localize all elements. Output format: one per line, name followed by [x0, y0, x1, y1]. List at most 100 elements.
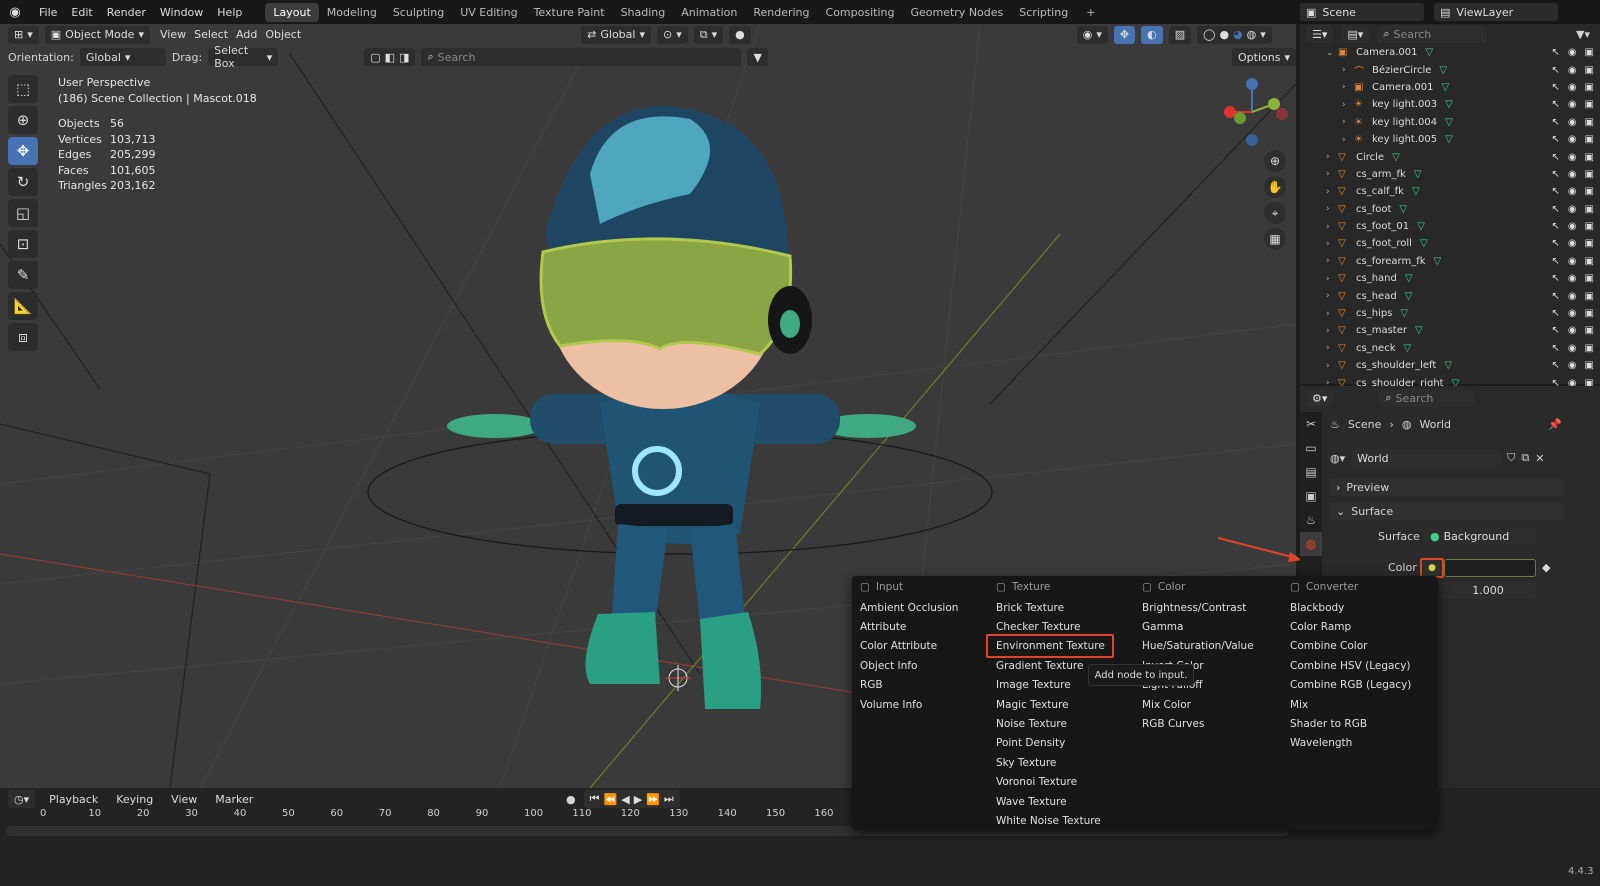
camera-render-icon[interactable]: ▣ — [1585, 360, 1594, 371]
outliner-row[interactable]: › ▽ cs_neck ▽ ↖ ◉ ▣ — [1300, 340, 1600, 357]
eye-icon[interactable]: ◉ — [1568, 308, 1577, 319]
editor-type-button[interactable]: ⊞ ▾ — [8, 25, 39, 44]
menu-item-mix[interactable]: Mix — [1290, 695, 1411, 714]
transform-tool-icon[interactable]: ⊡ — [8, 230, 38, 258]
properties-editor-icon[interactable]: ⚙▾ — [1306, 389, 1334, 407]
eye-icon[interactable]: ◉ — [1568, 221, 1577, 232]
menu-item-magic-texture[interactable]: Magic Texture — [996, 695, 1105, 714]
chevron-right-icon[interactable]: › — [1326, 361, 1338, 371]
menu-item-shader-to-rgb[interactable]: Shader to RGB — [1290, 714, 1411, 733]
eye-icon[interactable]: ◉ — [1568, 152, 1577, 163]
outliner-row[interactable]: › ☀ key light.004 ▽ ↖ ◉ ▣ — [1300, 114, 1600, 131]
select-arrow-icon[interactable]: ↖ — [1551, 47, 1559, 58]
menu-item-color-ramp[interactable]: Color Ramp — [1290, 617, 1411, 636]
chevron-right-icon[interactable]: › — [1342, 117, 1354, 127]
filter-button[interactable]: ▼ — [747, 48, 768, 66]
eye-icon[interactable]: ◉ — [1568, 186, 1577, 197]
record-icon[interactable]: ● — [566, 793, 576, 806]
render-tab-icon[interactable]: ▭ — [1300, 436, 1322, 460]
xray-toggle[interactable]: ▨ — [1168, 25, 1192, 44]
camera-render-icon[interactable]: ▣ — [1585, 291, 1594, 302]
properties-search-input[interactable]: ⌕ Search — [1379, 389, 1476, 407]
color-swatch[interactable] — [1444, 559, 1536, 577]
outliner-row[interactable]: › ▽ cs_hips ▽ ↖ ◉ ▣ — [1300, 305, 1600, 322]
menu-item-hue-saturation-value[interactable]: Hue/Saturation/Value — [1142, 637, 1254, 656]
outliner-row[interactable]: › ▣ Camera.001 ▽ ↖ ◉ ▣ — [1300, 79, 1600, 96]
eye-icon[interactable]: ◉ — [1568, 65, 1577, 76]
shading-buttons[interactable]: ◯ ● ◕ ◍ ▾ — [1197, 25, 1272, 44]
select-arrow-icon[interactable]: ↖ — [1551, 152, 1559, 163]
workspace-tab-uv-editing[interactable]: UV Editing — [452, 3, 525, 22]
select-arrow-icon[interactable]: ↖ — [1551, 204, 1559, 215]
proportional-edit-toggle[interactable]: ● — [729, 25, 751, 44]
duplicate-icon[interactable]: ⧉ — [1521, 451, 1529, 465]
keyframe-icon[interactable]: ◆ — [1542, 561, 1550, 574]
workspace-tab-scripting[interactable]: Scripting — [1011, 3, 1076, 22]
navigation-gizmo[interactable] — [1214, 74, 1290, 150]
camera-render-icon[interactable]: ▣ — [1585, 325, 1594, 336]
outliner-row[interactable]: › ▽ cs_forearm_fk ▽ ↖ ◉ ▣ — [1300, 253, 1600, 270]
camera-render-icon[interactable]: ▣ — [1585, 238, 1594, 249]
tool-tab-icon[interactable]: ✂ — [1300, 412, 1322, 436]
menu-render[interactable]: Render — [100, 6, 153, 19]
world-browse-icon[interactable]: ◍▾ — [1330, 452, 1345, 465]
strength-field[interactable]: 1.000 — [1440, 581, 1536, 599]
chevron-right-icon[interactable]: › — [1326, 274, 1338, 284]
menu-item-combine-hsv-legacy-[interactable]: Combine HSV (Legacy) — [1290, 656, 1411, 675]
chevron-right-icon[interactable]: › — [1342, 135, 1354, 145]
orientation-dropdown[interactable]: Global ▾ — [79, 48, 166, 66]
menu-item-blackbody[interactable]: Blackbody — [1290, 598, 1411, 617]
timeline-menu-marker[interactable]: Marker — [211, 793, 257, 806]
filter-icon[interactable]: ▼▾ — [1576, 28, 1590, 41]
camera-render-icon[interactable]: ▣ — [1585, 82, 1594, 93]
camera-render-icon[interactable]: ▣ — [1585, 169, 1594, 180]
viewport-menu-add[interactable]: Add — [232, 28, 261, 41]
chevron-right-icon[interactable]: › — [1326, 152, 1338, 162]
select-arrow-icon[interactable]: ↖ — [1551, 273, 1559, 284]
eye-icon[interactable]: ◉ — [1568, 325, 1577, 336]
chevron-right-icon[interactable]: › — [1342, 100, 1354, 110]
snap-toggle[interactable]: ⧉ ▾ — [693, 25, 724, 44]
select-arrow-icon[interactable]: ↖ — [1551, 221, 1559, 232]
timeline-menu-view[interactable]: View — [167, 793, 201, 806]
annotate-tool-icon[interactable]: ✎ — [8, 261, 38, 289]
menu-item-rgb[interactable]: RGB — [860, 676, 958, 695]
chevron-right-icon[interactable]: › — [1326, 187, 1338, 197]
menu-item-color-attribute[interactable]: Color Attribute — [860, 637, 958, 656]
output-tab-icon[interactable]: ▤ — [1300, 460, 1322, 484]
visibility-dropdown[interactable]: ◉ ▾ — [1076, 25, 1108, 44]
workspace-tab-geometry-nodes[interactable]: Geometry Nodes — [902, 3, 1011, 22]
display-mode-icon[interactable]: ▤▾ — [1341, 25, 1370, 43]
preview-panel-header[interactable]: › Preview — [1330, 478, 1564, 496]
surface-panel-header[interactable]: ⌄ Surface — [1330, 502, 1564, 520]
menu-edit[interactable]: Edit — [64, 6, 99, 19]
viewport-menu-object[interactable]: Object — [261, 28, 305, 41]
menu-item-volume-info[interactable]: Volume Info — [860, 695, 958, 714]
camera-render-icon[interactable]: ▣ — [1585, 99, 1594, 110]
eye-icon[interactable]: ◉ — [1568, 117, 1577, 128]
outliner-row[interactable]: › ☀ key light.003 ▽ ↖ ◉ ▣ — [1300, 96, 1600, 113]
outliner-row[interactable]: › ▽ cs_calf_fk ▽ ↖ ◉ ▣ — [1300, 183, 1600, 200]
chevron-right-icon[interactable]: › — [1326, 309, 1338, 319]
outliner-row[interactable]: › ▽ cs_hand ▽ ↖ ◉ ▣ — [1300, 270, 1600, 287]
viewlayer-selector[interactable]: ▤ ViewLayer — [1434, 3, 1558, 21]
workspace-tab-sculpting[interactable]: Sculpting — [385, 3, 452, 22]
gizmo-toggle[interactable]: ✥ — [1113, 25, 1136, 44]
select-arrow-icon[interactable]: ↖ — [1551, 343, 1559, 354]
transport-buttons[interactable]: ⏮ ⏪ ◀ ▶ ⏩ ⏭ — [583, 790, 680, 808]
menu-item-sky-texture[interactable]: Sky Texture — [996, 753, 1105, 772]
chevron-right-icon[interactable]: › — [1326, 256, 1338, 266]
outliner-row[interactable]: › ▽ cs_shoulder_left ▽ ↖ ◉ ▣ — [1300, 357, 1600, 374]
select-arrow-icon[interactable]: ↖ — [1551, 256, 1559, 267]
measure-tool-icon[interactable]: 📐 — [8, 292, 38, 320]
menu-help[interactable]: Help — [210, 6, 249, 19]
chevron-right-icon[interactable]: › — [1326, 222, 1338, 232]
unlink-icon[interactable]: ✕ — [1535, 452, 1544, 465]
menu-item-wavelength[interactable]: Wavelength — [1290, 734, 1411, 753]
outliner-row[interactable]: › ▽ cs_arm_fk ▽ ↖ ◉ ▣ — [1300, 166, 1600, 183]
select-arrow-icon[interactable]: ↖ — [1551, 99, 1559, 110]
timeline-menu-keying[interactable]: Keying — [112, 793, 157, 806]
outliner-row[interactable]: › ▽ cs_foot_roll ▽ ↖ ◉ ▣ — [1300, 235, 1600, 252]
camera-render-icon[interactable]: ▣ — [1585, 308, 1594, 319]
camera-render-icon[interactable]: ▣ — [1585, 117, 1594, 128]
